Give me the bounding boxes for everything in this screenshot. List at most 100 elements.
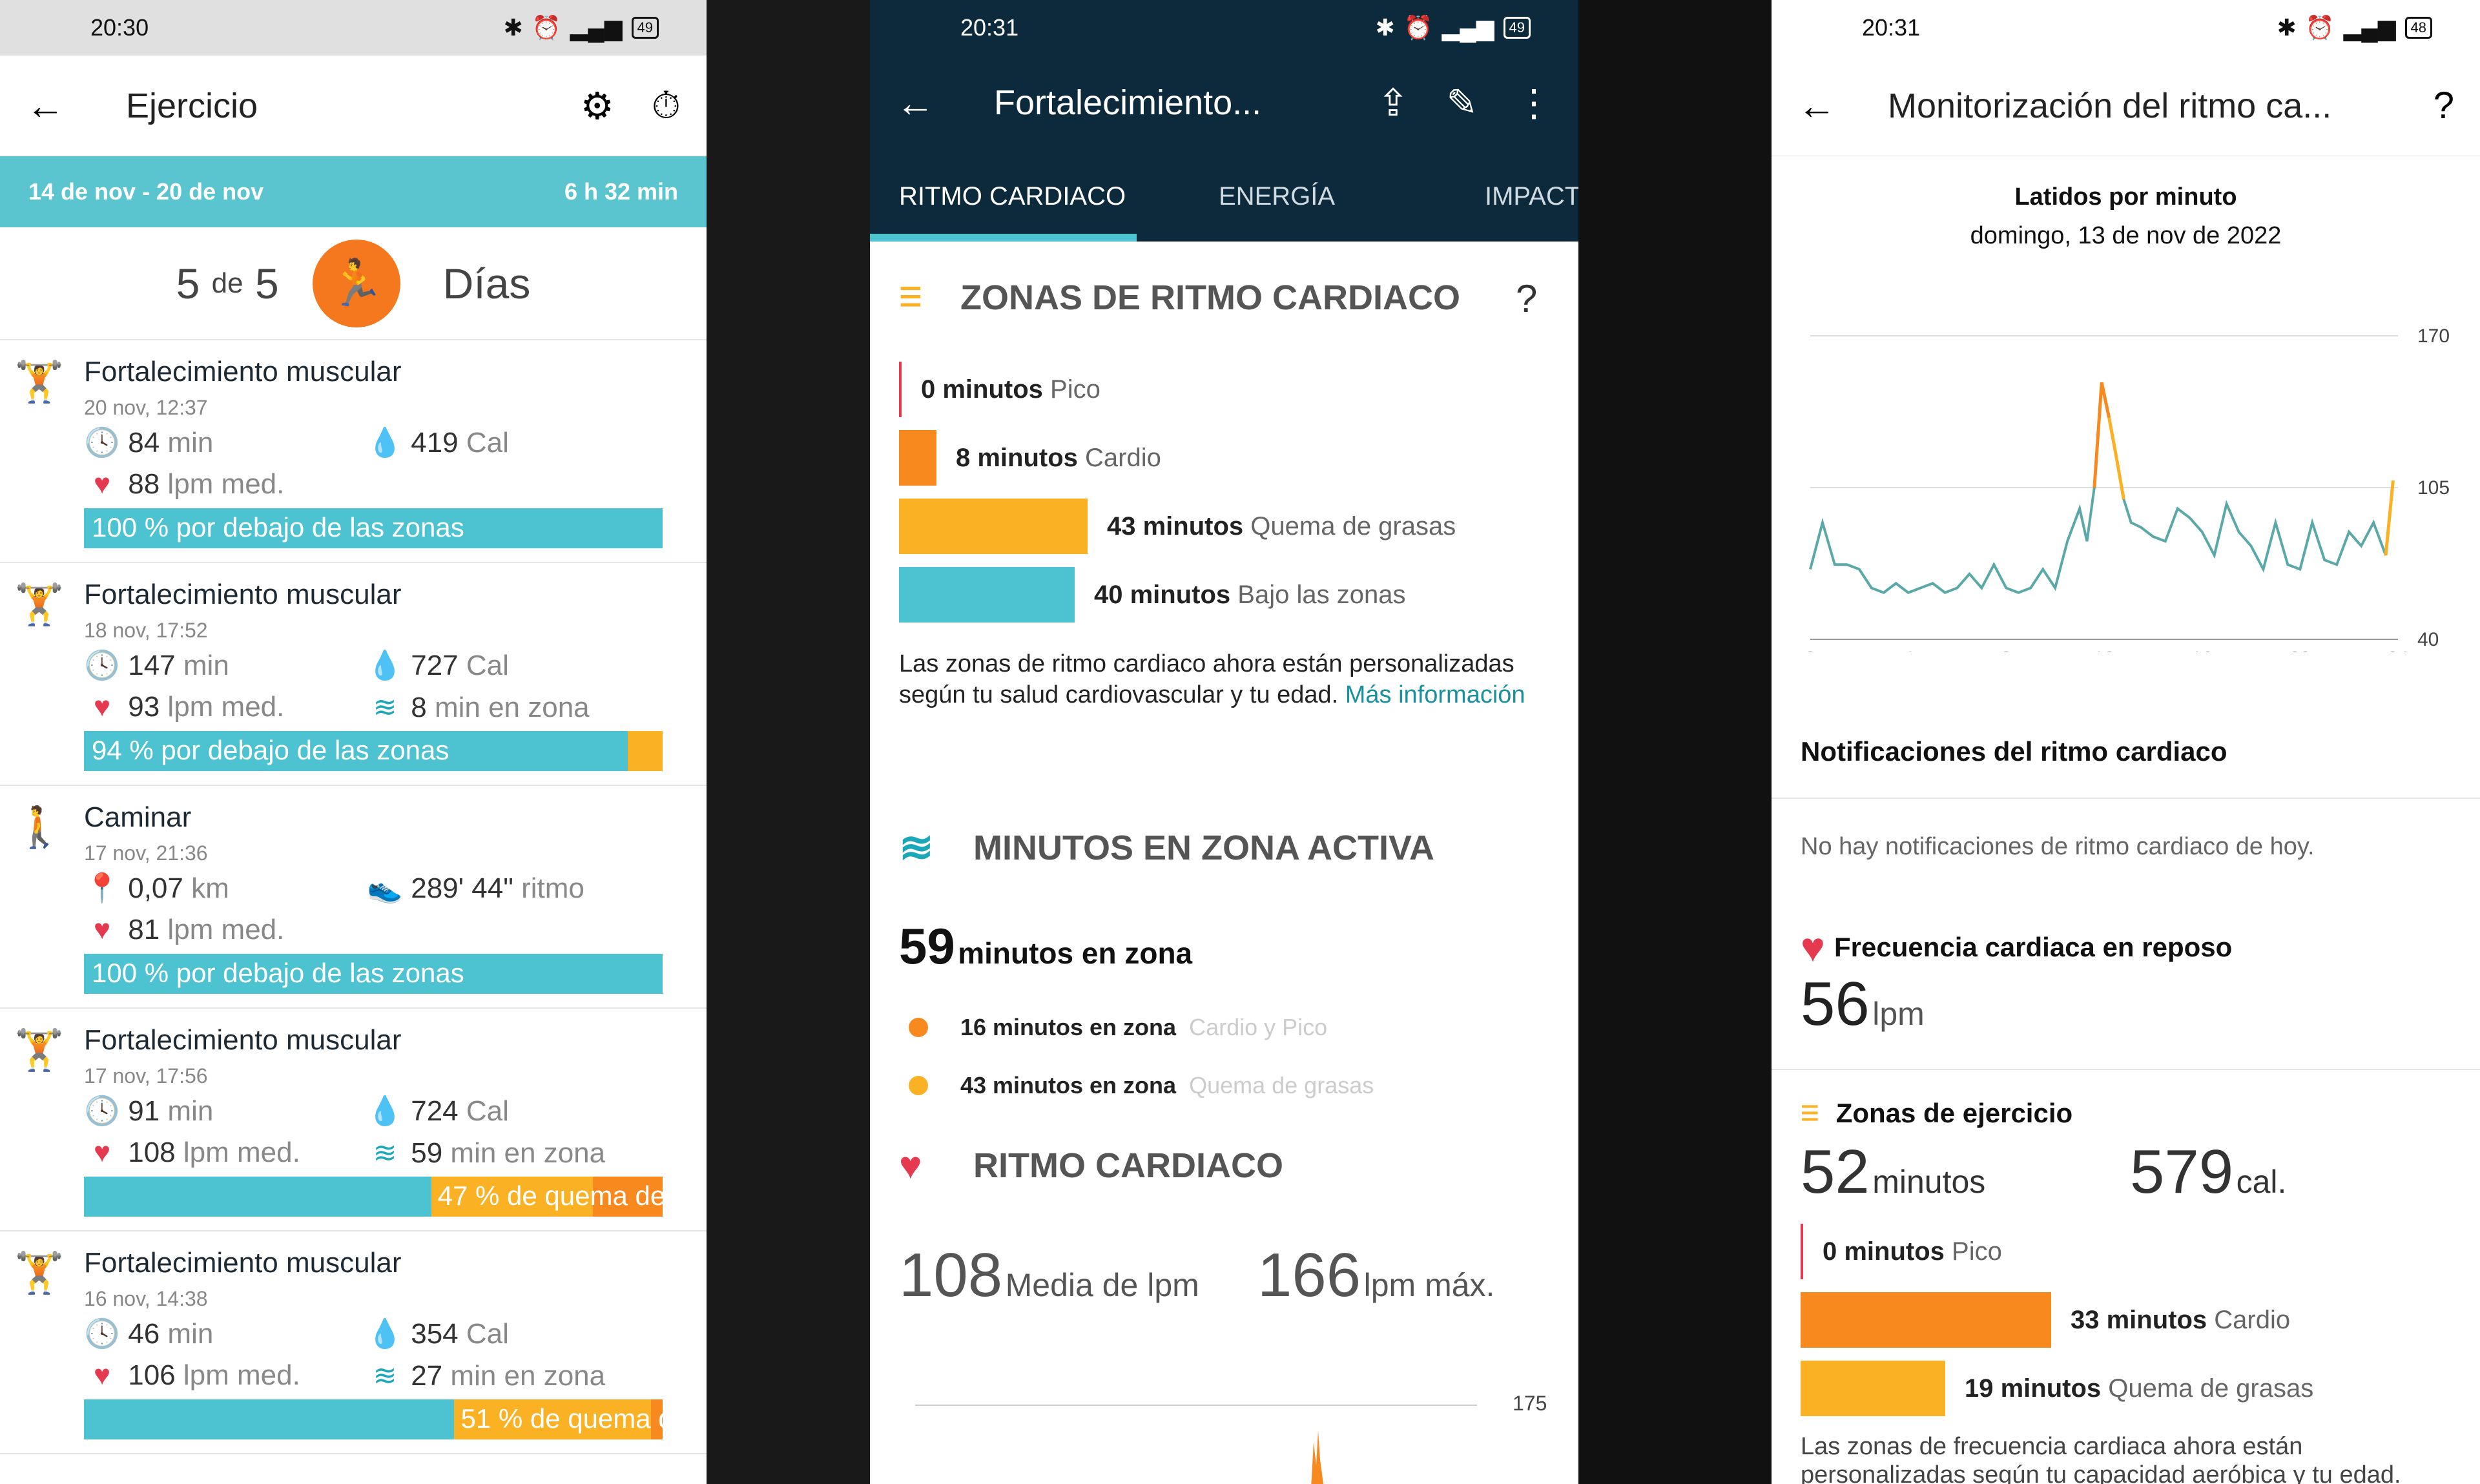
tab-heart-rate[interactable]: RITMO CARDIACO: [899, 182, 1126, 211]
activity-card[interactable]: 🏋 Fortalecimiento muscular 16 nov, 14:38 🕓 …: [0, 1232, 707, 1454]
zone-peak: 0 minutos Pico: [899, 362, 1100, 417]
y-tick-label: 105: [2417, 477, 2450, 499]
activity-card[interactable]: 🏋 Fortalecimiento muscular 17 nov, 17:56 🕓 …: [0, 1009, 707, 1232]
activity-stat-2: 💧 727 Cal: [367, 650, 509, 681]
activity-date: 17 nov, 17:56: [84, 1064, 208, 1087]
battery-icon: 48: [2404, 17, 2432, 39]
clock-icon: 🕓: [84, 1318, 120, 1350]
days-total: 5: [254, 259, 279, 307]
hr-zone-segment: [2107, 417, 2118, 458]
alarm-icon: ⏰: [532, 14, 561, 41]
bluetooth-icon: ✱: [503, 14, 523, 41]
heart-icon: ♥: [93, 1359, 111, 1391]
walk-icon: 🚶: [14, 805, 65, 850]
activity-card[interactable]: 🚶 Caminar 17 nov, 21:36 📍 0,07 km 👟 289' 44"…: [0, 786, 707, 1009]
activity-stat-2: 👟 289' 44" ritmo: [367, 872, 584, 904]
activity-name: Fortalecimiento muscular: [84, 356, 402, 387]
shoe-icon: 👟: [367, 872, 403, 904]
battery-icon: 49: [631, 17, 659, 39]
zone-cardio: 8 minutos Cardio: [899, 430, 1161, 486]
more-vert-icon[interactable]: ⋮: [1515, 81, 1553, 125]
page-title: Monitorización del ritmo ca...: [1888, 86, 2332, 125]
flame-icon: 💧: [367, 650, 403, 681]
activity-name: Fortalecimiento muscular: [84, 1247, 402, 1279]
edit-pencil-icon[interactable]: ✎: [1446, 81, 1478, 125]
zone-bar: 100 % por debajo de las zonas: [84, 954, 663, 994]
hr-zone-segment: [2092, 382, 2103, 488]
hr-section-title: ♥ RITMO CARDIACO: [899, 1144, 1283, 1187]
status-bar: 20:31 ✱ ⏰ ▂▄▆ 48: [1772, 0, 2480, 56]
activity-zone-minutes: ≋ 8 min en zona: [367, 691, 590, 724]
activity-date: 18 nov, 17:52: [84, 619, 208, 642]
yellow-dot: [909, 1076, 928, 1095]
status-time: 20:30: [90, 14, 149, 41]
activity-name: Fortalecimiento muscular: [84, 579, 402, 610]
signal-icon: ▂▄▆: [2343, 14, 2396, 41]
hr-monitoring-screen: 20:31 ✱ ⏰ ▂▄▆ 48 ← Monitorización del ritmo…: [1772, 0, 2480, 1484]
activity-avg-hr: ♥ 81 lpm med.: [84, 914, 284, 946]
gear-icon[interactable]: ⚙: [581, 84, 614, 128]
x-tick-label: 8: [2001, 648, 2012, 652]
activity-avg-hr: ♥ 88 lpm med.: [84, 468, 284, 500]
status-bar: 20:30 ✱ ⏰ ▂▄▆ 49: [0, 0, 707, 56]
weights-icon: 🏋: [14, 1028, 65, 1073]
back-arrow-icon[interactable]: ←: [1797, 83, 1888, 128]
tab-indicator: [870, 234, 1137, 242]
y-tick-label: 170: [2417, 325, 2450, 347]
tab-impact[interactable]: IMPACT: [1485, 182, 1578, 211]
activity-card[interactable]: 🏋 Fortalecimiento muscular 18 nov, 17:52 🕓 …: [0, 563, 707, 786]
stopwatch-icon[interactable]: ⏱: [652, 84, 681, 128]
status-bar: 20:31 ✱ ⏰ ▂▄▆ 49: [870, 0, 1578, 56]
exercise-screen: 20:30 ✱ ⏰ ▂▄▆ 49 ← Ejercicio ⚙ ⏱ 14 de nov …: [0, 0, 707, 1484]
resting-hr-title: ♥ Frecuencia cardiaca en reposo: [1801, 924, 2233, 971]
days-goal: 5 de 5 🏃 Días: [0, 227, 707, 340]
back-arrow-icon[interactable]: ←: [26, 83, 126, 128]
run-icon: 🏃: [312, 239, 400, 327]
azm-total: 59 minutos en zona: [899, 918, 1193, 974]
heart-rate-chart: 170 105 40 0 4 8 12 16 20 24: [1805, 325, 2450, 652]
help-icon[interactable]: ?: [1516, 276, 1537, 321]
exercise-minutes: 52 minutos: [1801, 1137, 1986, 1206]
zone-fat-burn: 19 minutos Quema de grasas: [1801, 1361, 2313, 1416]
activity-stat-1: 🕓 91 min: [84, 1095, 214, 1127]
activity-name: Fortalecimiento muscular: [84, 1024, 402, 1056]
zone-bar: 47 % de quema de...: [84, 1177, 663, 1217]
zone-bar: 100 % por debajo de las zonas: [84, 508, 663, 548]
heart-icon: ♥: [93, 691, 111, 723]
week-range: 14 de nov - 20 de nov: [28, 178, 264, 205]
heart-icon: ♥: [899, 1144, 922, 1187]
clock-icon: 🕓: [84, 427, 120, 459]
hr-chart-gridline: [915, 1405, 1477, 1406]
signal-icon: ▂▄▆: [1442, 14, 1494, 41]
weights-icon: 🏋: [14, 1251, 65, 1295]
hr-zone-segment: [2384, 480, 2395, 556]
x-tick-label: 16: [2191, 648, 2213, 652]
heart-icon: ♥: [93, 914, 111, 945]
bluetooth-icon: ✱: [1375, 14, 1395, 41]
tab-energy[interactable]: ENERGÍA: [1219, 182, 1335, 211]
zone-bar: 51 % de quema de gr...: [84, 1399, 663, 1439]
workout-detail-screen: 20:31 ✱ ⏰ ▂▄▆ 49 ← Fortalecimiento... ⇪ ✎ ⋮…: [870, 0, 1578, 1484]
more-info-link[interactable]: Más información: [1345, 681, 1525, 708]
zone-bar-label: 100 % por debajo de las zonas: [92, 958, 464, 988]
chart-header: Latidos por minuto domingo, 13 de nov de…: [1772, 178, 2480, 255]
zones-footer-text: Las zonas de frecuencia cardiaca ahora e…: [1801, 1433, 2401, 1484]
help-icon[interactable]: ?: [2434, 84, 2454, 127]
zones-section-title: ☰ ZONAS DE RITMO CARDIACO: [899, 278, 1460, 317]
weights-icon: 🏋: [14, 582, 65, 627]
alarm-icon: ⏰: [1403, 14, 1433, 41]
y-tick-label: 40: [2417, 629, 2439, 650]
zone-below: 40 minutos Bajo las zonas: [899, 567, 1405, 623]
share-icon[interactable]: ⇪: [1378, 81, 1409, 125]
app-bar: ← Monitorización del ritmo ca... ?: [1772, 56, 2480, 156]
status-time: 20:31: [960, 14, 1019, 41]
azm-fatburn-row: 43 minutos en zona Quema de grasas: [909, 1072, 1374, 1099]
exercise-calories: 579 cal.: [2130, 1137, 2287, 1206]
activity-card[interactable]: 🏋 Fortalecimiento muscular 20 nov, 12:37 🕓 …: [0, 340, 707, 563]
divider: [1772, 798, 2480, 799]
back-arrow-icon[interactable]: ←: [896, 81, 994, 125]
zone-bar-label: 47 % de quema de...: [437, 1180, 663, 1211]
activity-stat-2: 💧 354 Cal: [367, 1318, 509, 1350]
zone-cardio: 33 minutos Cardio: [1801, 1292, 2290, 1348]
activity-date: 16 nov, 14:38: [84, 1287, 208, 1310]
